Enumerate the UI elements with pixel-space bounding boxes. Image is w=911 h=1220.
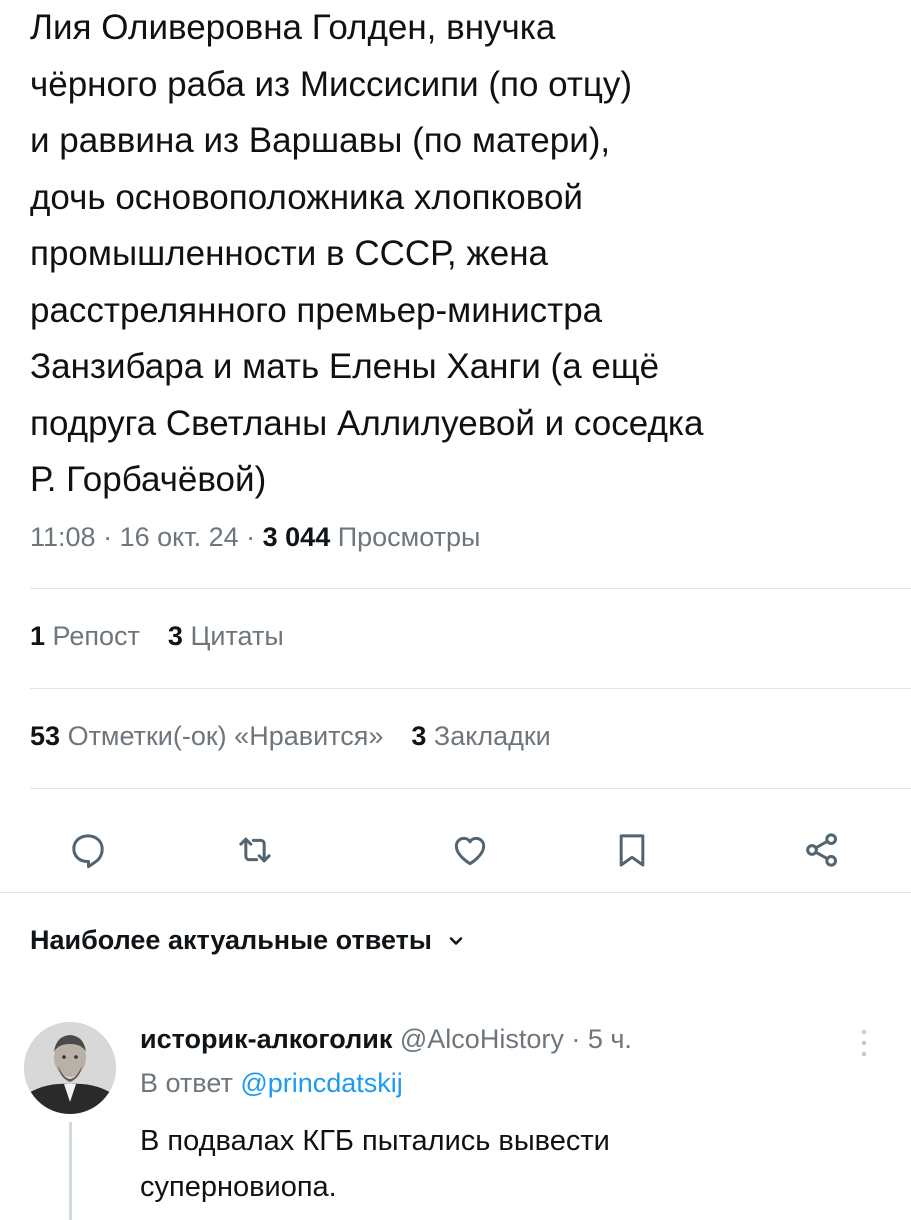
heart-icon: [454, 836, 486, 866]
speech-bubble-icon: [72, 834, 104, 869]
repost-quote-stats: 1 Репост 3 Цитаты: [30, 621, 284, 652]
thread-connector-line: [69, 1122, 72, 1220]
quotes-label: Цитаты: [190, 621, 284, 651]
reply-to-mention[interactable]: @princdatskij: [240, 1068, 402, 1098]
bookmarks-count: 3: [411, 721, 427, 751]
reply-header: историк-алкоголик @AlcoHistory · 5 ч.: [140, 1024, 632, 1055]
share-nodes-icon: [806, 833, 837, 867]
views-label: Просмотры: [337, 522, 481, 552]
tweet-meta: 11:08 · 16 окт. 24 · 3 044 Просмотры: [30, 522, 480, 553]
more-options-button[interactable]: [852, 1026, 876, 1060]
reply-to-line: В ответ @princdatskij: [140, 1068, 403, 1099]
reposts-label: Репост: [52, 621, 140, 651]
repost-arrows-icon: [239, 837, 271, 863]
divider: [30, 688, 911, 689]
meta-separator: ·: [238, 522, 263, 552]
reposts-count: 1: [30, 621, 46, 651]
views-count: 3 044: [262, 522, 331, 552]
likes-label: Отметки(-ок) «Нравится»: [67, 721, 384, 751]
like-bookmark-stats: 53 Отметки(-ок) «Нравится» 3 Закладки: [30, 721, 551, 752]
replies-heading: Наиболее актуальные ответы: [30, 925, 432, 955]
replies-sort-selector[interactable]: Наиболее актуальные ответы: [30, 925, 466, 956]
reply-text: В подвалах КГБ пытались вывести супернов…: [140, 1125, 610, 1203]
chevron-down-icon: [449, 936, 463, 945]
reply-time[interactable]: 5 ч.: [588, 1024, 632, 1054]
tweet-action-bar: [0, 820, 911, 880]
tweet-text: Лия Оливеровна Голден, внучка чёрного ра…: [30, 8, 704, 499]
likes-stat[interactable]: 53 Отметки(-ок) «Нравится»: [30, 721, 383, 751]
tweet-time[interactable]: 11:08: [30, 522, 96, 552]
bookmark-icon: [619, 834, 645, 867]
reply-author-name[interactable]: историк-алкоголик: [140, 1024, 392, 1054]
reply-author-handle[interactable]: @AlcoHistory: [400, 1024, 564, 1054]
bookmarks-label: Закладки: [433, 721, 551, 751]
repost-button[interactable]: [225, 820, 285, 880]
reply-separator: ·: [563, 1024, 588, 1054]
reply-to-label: В ответ: [140, 1068, 233, 1098]
bookmark-button[interactable]: [602, 820, 662, 880]
avatar[interactable]: [24, 1022, 116, 1114]
bookmarks-stat[interactable]: 3 Закладки: [411, 721, 550, 751]
tweet-date[interactable]: 16 окт. 24: [120, 522, 239, 552]
quotes-stat[interactable]: 3 Цитаты: [168, 621, 284, 651]
divider: [30, 788, 911, 789]
meta-separator: ·: [95, 522, 120, 552]
avatar-portrait: [24, 1022, 116, 1114]
share-button[interactable]: [792, 820, 852, 880]
divider: [0, 892, 911, 893]
quotes-count: 3: [167, 621, 183, 651]
like-button[interactable]: [440, 820, 500, 880]
likes-count: 53: [30, 721, 61, 751]
divider: [30, 588, 911, 589]
more-vertical-icon: [861, 1029, 867, 1057]
reposts-stat[interactable]: 1 Репост: [30, 621, 140, 651]
reply-button[interactable]: [58, 820, 118, 880]
